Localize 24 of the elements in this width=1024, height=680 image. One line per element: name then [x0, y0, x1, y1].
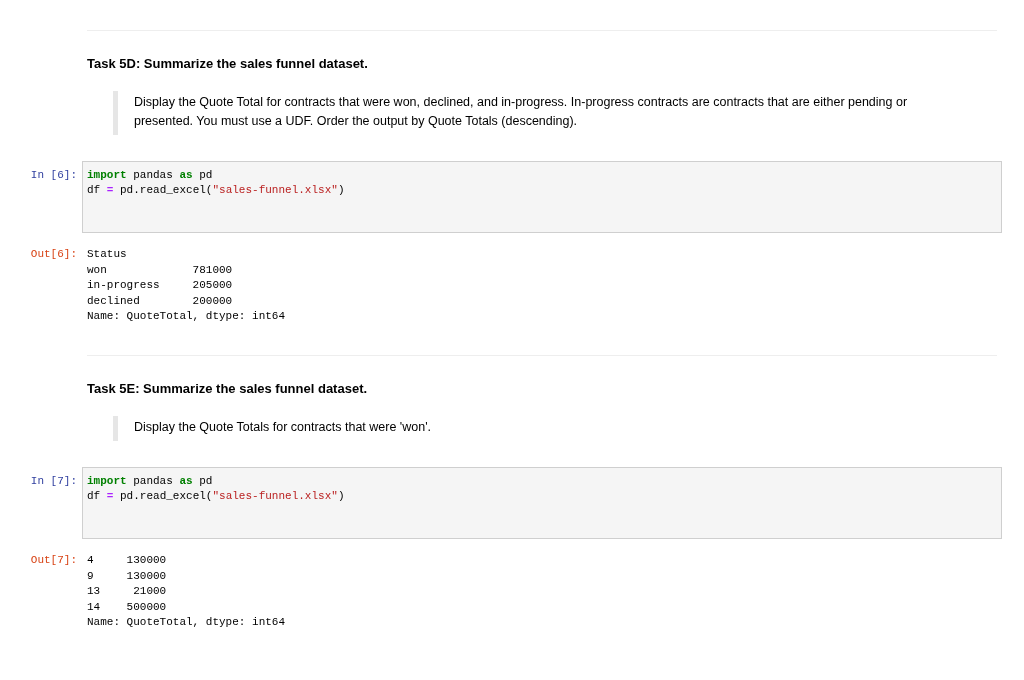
task-description: Display the Quote Totals for contracts that were 'won'.: [113, 415, 997, 441]
task-description: Display the Quote Total for contracts that were won, declined, and in-progress. In-progress contracts are contracts that are either pending or presented. You must use a UDF. Order the output by Quote Totals (descending).: [113, 91, 997, 135]
output-line: 9 130000: [87, 568, 168, 584]
code-cell[interactable]: import pandas as pd df = pd.read_excel("sales-funnel.xlsx"): [82, 466, 1002, 539]
input-prompt: In [6]:: [29, 168, 78, 183]
task-heading: Task 5D: Summarize the sales funnel dataset.: [87, 56, 369, 71]
code-line: import pandas as pd: [87, 168, 214, 183]
output-line: in-progress 205000: [87, 278, 234, 294]
output-line: 4 130000: [87, 552, 168, 568]
output-line: Name: QuoteTotal, dtype: int64: [87, 309, 286, 325]
input-prompt: In [7]:: [29, 473, 78, 489]
code-line: df = pd.read_excel("sales-funnel.xlsx"): [87, 183, 346, 198]
code-cell[interactable]: import pandas as pd df = pd.read_excel("sales-funnel.xlsx"): [82, 161, 1002, 233]
output-line: Name: QuoteTotal, dtype: int64: [87, 615, 286, 631]
code-line: df = pd.read_excel("sales-funnel.xlsx"): [87, 488, 346, 504]
code-line: import pandas as pd: [87, 473, 214, 489]
output-line: won 781000: [87, 262, 234, 278]
output-line: 13 21000: [87, 584, 168, 600]
output-line: declined 200000: [87, 293, 234, 309]
task-heading: Task 5E: Summarize the sales funnel dataset.: [87, 380, 369, 396]
output-line: 14 500000: [87, 599, 168, 615]
output-prompt: Out[7]:: [29, 552, 78, 568]
output-prompt: Out[6]:: [29, 247, 78, 262]
output-line: Status: [87, 247, 128, 262]
